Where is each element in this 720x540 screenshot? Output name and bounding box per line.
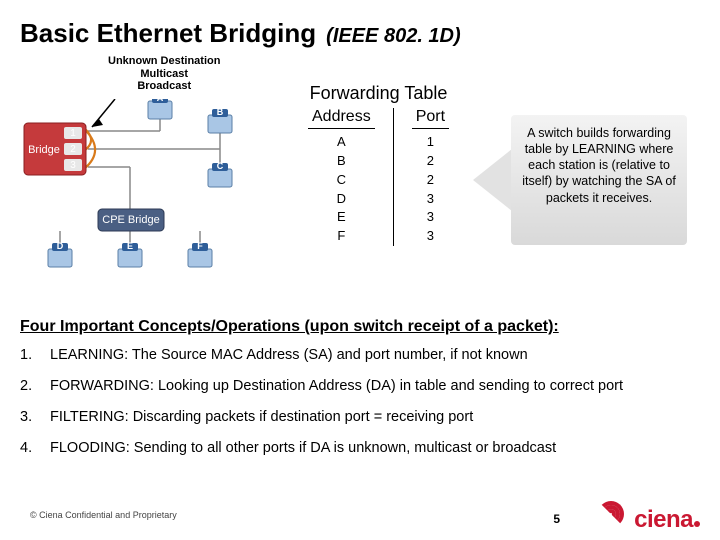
logo-dot-icon	[694, 521, 700, 527]
concepts-list: 1.LEARNING: The Source MAC Address (SA) …	[20, 346, 700, 457]
table-cell: 2	[412, 152, 449, 171]
svg-text:A: A	[157, 99, 164, 103]
topology-diagram: Unknown Destination Multicast Broadcast	[20, 55, 280, 304]
concepts-heading: Four Important Concepts/Operations (upon…	[20, 318, 700, 336]
slide: Basic Ethernet Bridging (IEEE 802. 1D) U…	[0, 0, 720, 540]
station-f: F	[188, 241, 212, 267]
table-cell: F	[308, 227, 375, 246]
station-c: C	[208, 161, 232, 187]
list-item: 3.FILTERING: Discarding packets if desti…	[20, 408, 700, 427]
port-label: 2	[70, 144, 76, 155]
station-b: B	[208, 107, 232, 133]
cpe-bridge-label: CPE Bridge	[102, 214, 159, 226]
station-e: E	[118, 241, 142, 267]
col-header-address: Address	[308, 108, 375, 129]
table-cell: 3	[412, 227, 449, 246]
bridge-label: Bridge	[28, 144, 60, 156]
top-area: Unknown Destination Multicast Broadcast	[20, 55, 700, 304]
station-a: A	[148, 99, 172, 119]
forwarding-table: Address A B C D E F Port 1 2 2 3 3 3	[290, 108, 467, 246]
title-row: Basic Ethernet Bridging (IEEE 802. 1D)	[20, 18, 700, 49]
station-d: D	[48, 241, 72, 267]
annotation-line: Multicast	[108, 68, 220, 81]
table-cell: 3	[412, 208, 449, 227]
col-header-port: Port	[412, 108, 449, 129]
port-label: 1	[70, 128, 76, 139]
ciena-logo: ciena	[598, 501, 700, 534]
annotation: Unknown Destination Multicast Broadcast	[108, 55, 220, 93]
page-number: 5	[553, 512, 560, 526]
svg-text:D: D	[57, 241, 64, 251]
page-title: Basic Ethernet Bridging	[20, 18, 316, 49]
logo-text: ciena	[634, 506, 693, 534]
list-item: 2.FORWARDING: Looking up Destination Add…	[20, 377, 700, 396]
callout-arrow: A switch builds forwarding table by LEAR…	[477, 55, 700, 304]
port-label: 3	[70, 160, 76, 171]
table-cell: A	[308, 133, 375, 152]
table-cell: D	[308, 190, 375, 209]
annotation-line: Unknown Destination	[108, 55, 220, 68]
table-cell: 2	[412, 171, 449, 190]
table-cell: C	[308, 171, 375, 190]
table-cell: 1	[412, 133, 449, 152]
logo-icon	[598, 501, 632, 527]
svg-text:B: B	[217, 107, 224, 117]
forwarding-table-title: Forwarding Table	[290, 83, 467, 104]
table-cell: B	[308, 152, 375, 171]
svg-text:E: E	[127, 241, 133, 251]
forwarding-table-block: Forwarding Table Address A B C D E F Por…	[290, 55, 467, 304]
callout-text: A switch builds forwarding table by LEAR…	[517, 125, 681, 206]
table-cell: E	[308, 208, 375, 227]
svg-text:C: C	[217, 161, 224, 171]
annotation-line: Broadcast	[108, 80, 220, 93]
list-item: 1.LEARNING: The Source MAC Address (SA) …	[20, 346, 700, 365]
list-item: 4.FLOODING: Sending to all other ports i…	[20, 439, 700, 458]
svg-text:F: F	[197, 241, 203, 251]
page-subtitle: (IEEE 802. 1D)	[326, 25, 461, 48]
diagram-svg: 1 2 3 Bridge CPE Bridge A B	[20, 99, 280, 299]
table-cell: 3	[412, 190, 449, 209]
